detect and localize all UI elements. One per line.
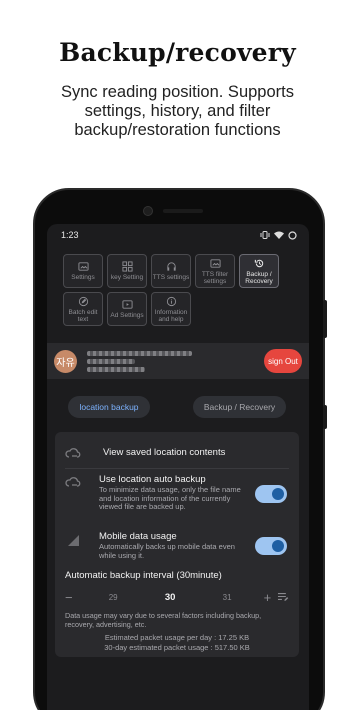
menu-label: TTS filter settings (201, 270, 229, 285)
play-box-icon (121, 300, 133, 309)
interval-prev[interactable]: 29 (85, 593, 142, 602)
menu-label: Ad Settings (110, 312, 144, 319)
power-button (323, 405, 327, 429)
menu-label: Batch edit text (68, 308, 98, 323)
decrement-button[interactable]: − (65, 590, 85, 605)
speaker-grille (163, 209, 203, 213)
menu-label: TTS settings (152, 274, 190, 281)
image-icon (209, 258, 221, 268)
mobile-data-toggle[interactable] (255, 537, 287, 555)
menu-settings-button[interactable]: Settings (63, 254, 103, 288)
view-saved-label: View saved location contents (103, 447, 226, 458)
info-icon (166, 296, 176, 306)
account-bar: 자유 sign Out (47, 343, 309, 379)
auto-backup-desc: To minimize data usage, only the file na… (99, 485, 241, 511)
menu-label: Information and help (154, 308, 188, 323)
vibrate-icon (260, 231, 270, 239)
menu-info-help-button[interactable]: Information and help (151, 292, 191, 326)
increment-button[interactable]: + (264, 590, 272, 605)
usage-30-days: 30-day estimated packet usage : 517.50 K… (104, 643, 250, 652)
menu-backup-recovery-button[interactable]: Backup / Recovery (239, 254, 279, 288)
image-icon (77, 262, 89, 271)
menu-tts-settings-button[interactable]: TTS settings (151, 254, 191, 288)
battery-icon (288, 230, 297, 240)
restore-icon (254, 259, 263, 267)
app-screen: 1:23 Settings key Setting TTS settings T (47, 224, 309, 710)
backup-interval-stepper: − 29 30 31 + (65, 589, 289, 605)
sync-cloud-icon (65, 448, 81, 458)
menu-label: key Setting (110, 274, 144, 281)
interval-next[interactable]: 31 (199, 593, 256, 602)
menu-ad-settings-button[interactable]: Ad Settings (107, 292, 147, 326)
auto-backup-toggle[interactable] (255, 485, 287, 503)
menu-batch-edit-button[interactable]: Batch edit text (63, 292, 103, 326)
tab-location-backup[interactable]: location backup (68, 396, 150, 418)
headphones-icon (166, 262, 176, 271)
promo-title: Backup/recovery (59, 38, 296, 67)
signal-icon (68, 535, 79, 546)
usage-note: Data usage may vary due to several facto… (65, 611, 262, 629)
usage-per-day: Estimated packet usage per day : 17.25 K… (104, 633, 250, 642)
edit-cycle-icon (78, 296, 88, 306)
menu-label: Settings (71, 274, 95, 281)
account-info-redacted (87, 348, 264, 375)
wifi-icon (274, 231, 284, 239)
edit-list-icon[interactable] (277, 592, 289, 602)
interval-current[interactable]: 30 (142, 592, 199, 603)
status-time: 1:23 (61, 230, 79, 240)
location-backup-card: View saved location contents Use locatio… (55, 432, 299, 657)
divider (65, 468, 289, 469)
sign-out-button[interactable]: sign Out (264, 349, 302, 373)
backup-interval-title: Automatic backup interval (30minute) (65, 570, 222, 581)
mobile-data-title: Mobile data usage (99, 531, 177, 542)
menu-tts-filter-button[interactable]: TTS filter settings (195, 254, 235, 288)
avatar: 자유 (54, 349, 77, 373)
status-icons (260, 230, 297, 240)
status-bar: 1:23 (47, 224, 309, 246)
sync-cloud-icon (65, 477, 81, 487)
camera-icon (143, 206, 153, 216)
settings-menu-grid: Settings key Setting TTS settings TTS fi… (63, 254, 303, 330)
menu-key-setting-button[interactable]: key Setting (107, 254, 147, 288)
mobile-data-desc: Automatically backs up mobile data even … (99, 542, 235, 560)
grid-icon (121, 261, 133, 272)
promo-subtitle: Sync reading position. Supports settings… (61, 83, 294, 139)
menu-label: Backup / Recovery (245, 270, 273, 285)
view-saved-location-row[interactable]: View saved location contents (65, 445, 289, 461)
volume-button (323, 300, 327, 338)
auto-backup-title: Use location auto backup (99, 474, 206, 485)
tab-backup-recovery[interactable]: Backup / Recovery (193, 396, 286, 418)
